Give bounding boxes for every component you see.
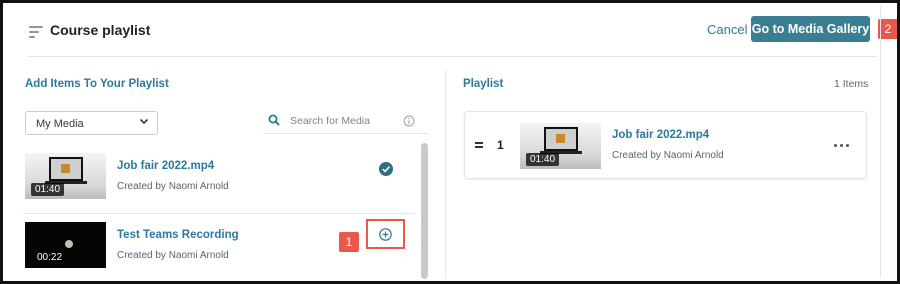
go-to-media-gallery-button[interactable]: Go to Media Gallery xyxy=(751,16,870,42)
search-underline xyxy=(263,133,428,134)
annotation-badge-2: 2 xyxy=(878,19,897,39)
search-icon xyxy=(268,114,280,126)
media-filter-select[interactable]: My Media xyxy=(25,111,158,135)
media-list-item[interactable]: 01:40 Job fair 2022.mp4 Created by Naomi… xyxy=(23,153,415,221)
info-icon[interactable] xyxy=(403,115,415,127)
media-creator: Created by Naomi Arnold xyxy=(612,150,724,161)
video-thumbnail: 01:40 xyxy=(25,153,106,199)
app-window: Course playlist Cancel Go to Media Galle… xyxy=(0,0,900,284)
header: Course playlist Cancel Go to Media Galle… xyxy=(6,6,897,56)
add-items-title: Add Items To Your Playlist xyxy=(25,78,169,90)
search-input[interactable]: Search for Media xyxy=(290,115,370,127)
header-divider xyxy=(28,56,877,57)
panel-divider xyxy=(445,70,446,278)
playlist-order: 1 xyxy=(497,138,504,152)
list-divider xyxy=(23,213,415,214)
search-field[interactable]: Search for Media xyxy=(263,108,428,134)
chevron-down-icon xyxy=(139,118,149,125)
video-thumbnail: 00:22 xyxy=(25,222,106,268)
playlist-icon xyxy=(29,26,43,38)
add-circle-icon xyxy=(379,228,392,241)
media-title-link[interactable]: Job fair 2022.mp4 xyxy=(612,129,709,141)
scrollbar[interactable] xyxy=(421,143,428,279)
duration-label: 01:40 xyxy=(31,183,65,196)
media-creator: Created by Naomi Arnold xyxy=(117,250,229,261)
playlist-title: Playlist xyxy=(463,78,504,90)
add-to-playlist-button[interactable] xyxy=(366,219,405,249)
cancel-button[interactable]: Cancel xyxy=(707,22,747,37)
more-options-icon[interactable] xyxy=(834,144,850,148)
duration-label: 00:22 xyxy=(37,252,63,263)
media-filter-value: My Media xyxy=(36,118,84,130)
video-thumbnail: 01:40 xyxy=(520,123,601,169)
duration-label: 01:40 xyxy=(526,153,560,166)
media-title-link[interactable]: Test Teams Recording xyxy=(117,229,239,241)
playlist-entry[interactable]: 1 01:40 Job fair 2022.mp4 Created by Nao… xyxy=(464,111,867,179)
playlist-count: 1 Items xyxy=(834,78,869,90)
page-title: Course playlist xyxy=(50,22,151,38)
drag-handle-icon[interactable] xyxy=(475,142,483,148)
added-check-icon xyxy=(379,162,393,176)
media-title-link[interactable]: Job fair 2022.mp4 xyxy=(117,160,214,172)
annotation-badge-1: 1 xyxy=(339,232,359,252)
media-creator: Created by Naomi Arnold xyxy=(117,181,229,192)
right-edge-divider xyxy=(880,6,881,278)
